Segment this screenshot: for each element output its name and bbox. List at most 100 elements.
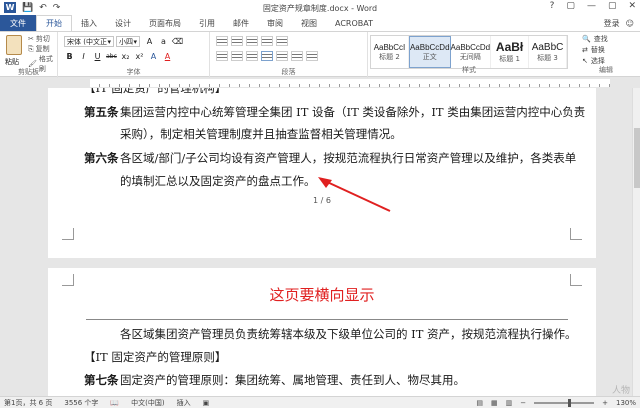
copy-label: 复制 [35, 45, 50, 53]
page-count[interactable]: 第1页，共 6 页 [4, 398, 52, 408]
header-divider [86, 319, 568, 320]
tab-review[interactable]: 审阅 [258, 15, 292, 31]
styles-gallery: AaBbCcI 标题 2 AaBbCcDd 正文 AaBbCcDd 无间隔 Aa… [370, 35, 568, 69]
proofing-icon[interactable]: 📖 [110, 399, 119, 407]
ribbon-display-icon[interactable]: ▢ [566, 1, 575, 11]
zoom-slider[interactable] [534, 398, 595, 407]
horizontal-ruler [0, 78, 640, 88]
tab-file[interactable]: 文件 [0, 15, 36, 31]
redo-icon[interactable]: ↷ [53, 3, 61, 13]
tab-design[interactable]: 设计 [106, 15, 140, 31]
chevron-down-icon: ▾ [133, 37, 137, 46]
tab-layout[interactable]: 页面布局 [140, 15, 190, 31]
window-title: 固定资产规章制度.docx - Word [262, 4, 378, 13]
superscript-button[interactable]: x² [134, 51, 145, 62]
read-mode-icon[interactable]: ▤ [476, 399, 483, 407]
insert-mode[interactable]: 插入 [177, 398, 191, 408]
word-count[interactable]: 3556 个字 [64, 398, 98, 408]
ribbon: 粘贴 ✂ 剪切 ⎘ 复制 🖌 格式刷 剪贴板 宋体 (中文正 ▾ 小四 ▾ A a ⌫ B… [0, 31, 640, 78]
replace-icon: ⇄ [582, 46, 588, 54]
web-layout-icon[interactable]: ▥ [506, 399, 513, 407]
subscript-button[interactable]: x₂ [120, 51, 131, 62]
style-heading-3[interactable]: AaBbC 标题 3 [529, 36, 568, 68]
justify-icon[interactable] [261, 51, 273, 61]
underline-button[interactable]: U [92, 51, 103, 62]
style-no-spacing[interactable]: AaBbCcDd 无间隔 [451, 36, 492, 68]
font-size-select[interactable]: 小四 ▾ [116, 36, 140, 47]
style-sample: AaBbCcDd [409, 42, 450, 52]
tab-view[interactable]: 视图 [292, 15, 326, 31]
italic-button[interactable]: I [78, 51, 89, 62]
style-name: 标题 2 [379, 52, 400, 61]
font-size-value: 小四 [119, 37, 133, 46]
align-center-icon[interactable] [231, 51, 243, 61]
paste-icon[interactable] [6, 35, 22, 55]
watermark: 人物 [611, 386, 630, 396]
print-layout-icon[interactable]: ▦ [491, 399, 498, 407]
tab-acrobat[interactable]: ACROBAT [326, 15, 382, 31]
strikethrough-button[interactable]: abc [106, 51, 117, 62]
line-spacing-icon[interactable] [276, 51, 288, 61]
macro-icon[interactable]: ▣ [203, 399, 210, 407]
quick-access-toolbar: W 💾 ↶ ↷ [0, 2, 60, 13]
zoom-out-icon[interactable]: − [520, 399, 526, 407]
style-heading-1[interactable]: AaBł 标题 1 [491, 36, 530, 68]
bold-button[interactable]: B [64, 51, 75, 62]
zoom-level[interactable]: 130% [616, 399, 636, 407]
replace-button[interactable]: ⇄ 替换 [582, 45, 605, 55]
view-controls: ▤ ▦ ▥ − + 130% [476, 398, 640, 407]
style-sample: AaBbC [531, 41, 564, 53]
grow-font-icon[interactable]: A [144, 36, 155, 47]
font-format-row: B I U abc x₂ x² A A [64, 51, 173, 62]
align-left-icon[interactable] [216, 51, 228, 61]
multilevel-list-icon[interactable] [246, 36, 258, 46]
zoom-in-icon[interactable]: + [602, 399, 608, 407]
save-icon[interactable]: 💾 [22, 3, 33, 13]
cut-label: 剪切 [35, 35, 50, 43]
numbering-icon[interactable] [231, 36, 243, 46]
style-normal[interactable]: AaBbCcDd 正文 [408, 36, 451, 68]
increase-indent-icon[interactable] [276, 36, 288, 46]
font-color-button[interactable]: A [162, 51, 173, 62]
tab-references[interactable]: 引用 [190, 15, 224, 31]
document-area: 【IT 固定资产的管理机构】 第五条 集团运营内控中心统筹管理全集团 IT 设备… [0, 88, 632, 396]
zoom-thumb[interactable] [568, 398, 572, 407]
scroll-thumb[interactable] [634, 128, 640, 188]
ribbon-tabs: 文件 开始 插入 设计 页面布局 引用 邮件 审阅 视图 ACROBAT 登录 … [0, 15, 640, 31]
align-buttons [216, 51, 318, 61]
search-icon: 🔍 [582, 35, 591, 43]
style-name: 无间隔 [459, 52, 481, 61]
undo-icon[interactable]: ↶ [39, 3, 47, 13]
shrink-font-icon[interactable]: a [158, 36, 169, 47]
styles-group-label: 样式 [462, 66, 476, 74]
word-logo-icon: W [4, 2, 16, 13]
ruler-track[interactable] [90, 79, 610, 87]
maximize-button[interactable]: ▢ [608, 1, 617, 11]
title-bar: W 💾 ↶ ↷ 固定资产规章制度.docx - Word ? ▢ — ▢ ✕ [0, 0, 640, 15]
signin-link[interactable]: 登录 [604, 18, 620, 29]
smiley-icon[interactable]: ☺ [626, 19, 634, 28]
vertical-scrollbar[interactable] [632, 88, 640, 396]
font-group: 宋体 (中文正 ▾ 小四 ▾ A a ⌫ B I U abc x₂ x² A A 字… [58, 32, 210, 78]
style-sample: AaBbCcDd [450, 42, 491, 52]
tab-home[interactable]: 开始 [36, 15, 72, 31]
minimize-button[interactable]: — [587, 1, 596, 11]
find-button[interactable]: 🔍 查找 [582, 34, 608, 44]
decrease-indent-icon[interactable] [261, 36, 273, 46]
shading-icon[interactable] [291, 51, 303, 61]
language[interactable]: 中文(中国) [131, 398, 164, 408]
tab-insert[interactable]: 插入 [72, 15, 106, 31]
close-button[interactable]: ✕ [628, 1, 636, 11]
style-heading-2[interactable]: AaBbCcI 标题 2 [371, 36, 409, 68]
cut-button[interactable]: ✂ 剪切 [28, 34, 50, 44]
borders-icon[interactable] [306, 51, 318, 61]
help-icon[interactable]: ? [550, 1, 555, 11]
text-effects-button[interactable]: A [148, 51, 159, 62]
tab-mailings[interactable]: 邮件 [224, 15, 258, 31]
bullets-icon[interactable] [216, 36, 228, 46]
paste-button[interactable]: 粘贴 [5, 57, 19, 67]
font-name-select[interactable]: 宋体 (中文正 ▾ [64, 36, 114, 47]
copy-button[interactable]: ⎘ 复制 [28, 44, 50, 54]
clear-format-icon[interactable]: ⌫ [172, 36, 183, 47]
align-right-icon[interactable] [246, 51, 258, 61]
